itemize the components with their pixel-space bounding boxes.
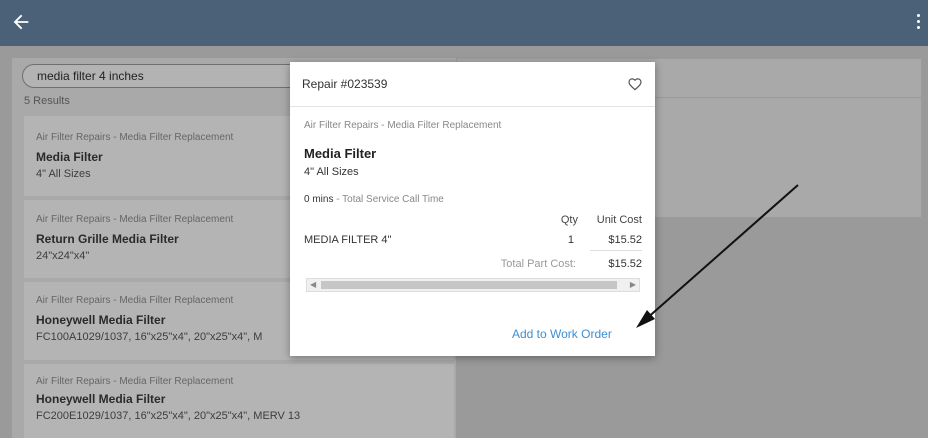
- scroll-left-icon[interactable]: ◀: [310, 280, 316, 289]
- card-subtitle: FC200E1029/1037, 16"x25"x4", 20"x25"x4",…: [36, 410, 301, 422]
- part-unit-cost: $15.52: [608, 234, 642, 246]
- unit-cost-header: Unit Cost: [596, 214, 642, 226]
- horizontal-scrollbar[interactable]: ◀ ▶: [306, 278, 640, 292]
- card-category: Air Filter Repairs - Media Filter Replac…: [36, 214, 234, 225]
- card-category: Air Filter Repairs - Media Filter Replac…: [36, 132, 234, 143]
- arrow-left-icon[interactable]: [10, 11, 32, 33]
- total-divider: [590, 250, 642, 251]
- app-bar: [0, 0, 928, 46]
- card-title: Media Filter: [36, 150, 103, 164]
- heart-outline-icon[interactable]: [627, 76, 643, 92]
- card-title: Return Grille Media Filter: [36, 232, 179, 246]
- total-part-cost-value: $15.52: [608, 258, 642, 270]
- card-title: Honeywell Media Filter: [36, 392, 166, 406]
- card-category: Air Filter Repairs - Media Filter Replac…: [36, 376, 234, 387]
- qty-header: Qty: [560, 214, 578, 226]
- card-title: Honeywell Media Filter: [36, 313, 166, 327]
- card-subtitle: 4" All Sizes: [36, 168, 91, 180]
- part-name: MEDIA FILTER 4": [304, 234, 392, 246]
- card-category: Air Filter Repairs - Media Filter Replac…: [36, 295, 234, 306]
- dialog-subtitle: 4" All Sizes: [304, 166, 359, 178]
- card-subtitle: 24"x24"x4": [36, 250, 90, 262]
- service-time: 0 mins - Total Service Call Time: [304, 194, 444, 205]
- dialog-title: Media Filter: [304, 146, 377, 161]
- scroll-right-icon[interactable]: ▶: [630, 280, 636, 289]
- part-qty: 1: [567, 234, 574, 246]
- repair-detail-dialog: Repair #023539 Air Filter Repairs - Medi…: [290, 62, 655, 356]
- result-card[interactable]: Air Filter Repairs - Media Filter Replac…: [24, 364, 454, 438]
- total-part-cost-label: Total Part Cost:: [500, 258, 576, 270]
- dialog-category: Air Filter Repairs - Media Filter Replac…: [304, 120, 502, 131]
- service-time-label: - Total Service Call Time: [333, 194, 444, 205]
- card-subtitle: FC100A1029/1037, 16"x25"x4", 20"x25"x4",…: [36, 331, 263, 343]
- service-time-value: 0 mins: [304, 194, 334, 205]
- more-vertical-icon[interactable]: [914, 13, 922, 33]
- results-count: 5 Results: [24, 95, 70, 107]
- repair-number: Repair #023539: [302, 77, 388, 91]
- add-to-work-order-button[interactable]: Add to Work Order: [512, 327, 612, 341]
- dialog-header: Repair #023539: [290, 62, 655, 107]
- scrollbar-thumb[interactable]: [321, 281, 617, 289]
